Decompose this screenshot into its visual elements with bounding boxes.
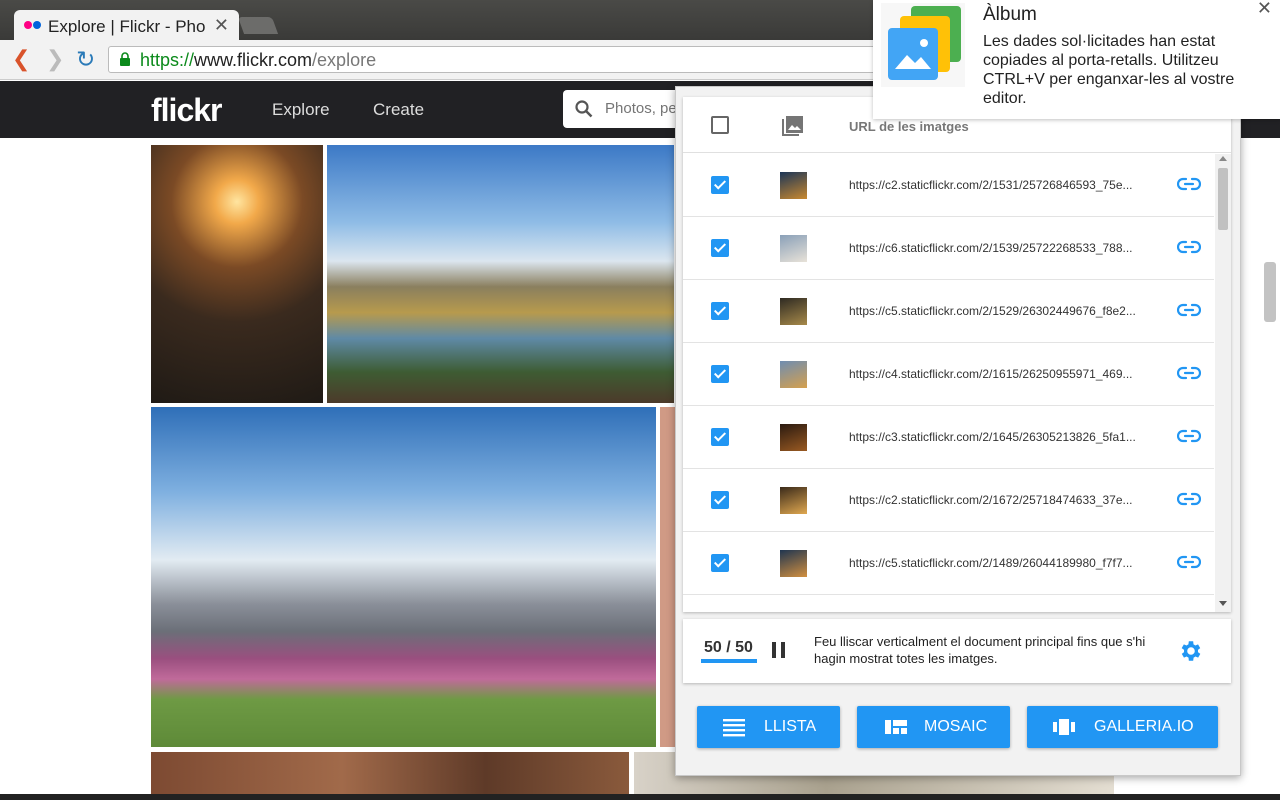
album-app-icon bbox=[881, 3, 965, 87]
list-scrollbar[interactable] bbox=[1215, 154, 1231, 612]
clipboard-notification: Àlbum Les dades sol·licitades han estat … bbox=[873, 0, 1280, 119]
url-path: /explore bbox=[312, 50, 377, 70]
list-button-label: LLISTA bbox=[764, 718, 817, 735]
link-icon[interactable] bbox=[1177, 301, 1201, 319]
mosaic-view-button[interactable]: MOSAIC bbox=[857, 706, 1010, 748]
flickr-favicon-icon bbox=[24, 21, 42, 30]
notification-body: Les dades sol·licitades han estat copiad… bbox=[983, 33, 1235, 107]
mosaic-button-label: MOSAIC bbox=[924, 718, 988, 735]
scroll-down-arrow[interactable] bbox=[1219, 601, 1227, 606]
url-host: www.flickr.com bbox=[194, 50, 313, 70]
reload-icon[interactable]: ↻ bbox=[76, 48, 95, 71]
link-icon[interactable] bbox=[1177, 175, 1201, 193]
gear-icon[interactable] bbox=[1178, 638, 1204, 664]
list-header-label: URL de les imatges bbox=[849, 119, 969, 134]
image-url: https://c4.staticflickr.com/2/1615/26250… bbox=[849, 367, 1133, 381]
status-card: 50 / 50 Feu lliscar verticalment el docu… bbox=[683, 619, 1231, 683]
url-scheme: https:// bbox=[140, 50, 195, 70]
list-icon bbox=[723, 719, 745, 737]
image-url: https://c6.staticflickr.com/2/1539/25722… bbox=[849, 241, 1133, 255]
image-thumbnail bbox=[780, 172, 807, 199]
header-edge bbox=[1240, 118, 1262, 138]
link-icon[interactable] bbox=[1177, 238, 1201, 256]
image-url: https://c3.staticflickr.com/2/1645/26305… bbox=[849, 430, 1136, 444]
progress-bar bbox=[701, 659, 757, 663]
row-checkbox[interactable] bbox=[711, 554, 729, 572]
image-url: https://c2.staticflickr.com/2/1531/25726… bbox=[849, 178, 1133, 192]
select-all-checkbox[interactable] bbox=[711, 116, 729, 134]
row-checkbox[interactable] bbox=[711, 491, 729, 509]
scroll-up-arrow[interactable] bbox=[1219, 156, 1227, 161]
url-row[interactable]: https://c2.staticflickr.com/2/1531/25726… bbox=[683, 154, 1214, 217]
url-row[interactable]: https://c6.staticflickr.com/2/1539/25722… bbox=[683, 217, 1214, 280]
image-thumbnail bbox=[780, 550, 807, 577]
url-row[interactable]: https://c3.staticflickr.com/2/1645/26305… bbox=[683, 406, 1214, 469]
row-checkbox[interactable] bbox=[711, 302, 729, 320]
url-row[interactable]: https://c5.staticflickr.com/2/1489/26044… bbox=[683, 532, 1214, 595]
progress-count: 50 / 50 bbox=[704, 639, 753, 656]
search-icon bbox=[575, 100, 593, 118]
notification-title: Àlbum bbox=[983, 4, 1037, 25]
photo-partial[interactable] bbox=[660, 407, 675, 747]
row-checkbox[interactable] bbox=[711, 365, 729, 383]
image-thumbnail bbox=[780, 424, 807, 451]
lock-icon bbox=[120, 52, 130, 66]
image-thumbnail bbox=[780, 487, 807, 514]
tab-title: Explore | Flickr - Pho bbox=[48, 17, 206, 36]
photo-wood[interactable] bbox=[151, 752, 629, 800]
list-scroll-thumb[interactable] bbox=[1218, 168, 1228, 230]
link-icon[interactable] bbox=[1177, 364, 1201, 382]
image-url-list: URL de les imatges https://c2.staticflic… bbox=[683, 97, 1231, 612]
pause-icon[interactable] bbox=[772, 642, 786, 658]
image-url: https://c5.staticflickr.com/2/1529/26302… bbox=[849, 304, 1136, 318]
close-icon[interactable]: ✕ bbox=[1257, 0, 1272, 19]
browser-tab[interactable]: Explore | Flickr - Pho ✕ bbox=[14, 10, 239, 41]
close-icon[interactable]: ✕ bbox=[214, 15, 229, 36]
photo-swans[interactable] bbox=[151, 145, 323, 403]
address-bar[interactable]: https://www.flickr.com/explore bbox=[108, 46, 888, 73]
back-icon[interactable]: ❮ bbox=[12, 48, 30, 70]
new-tab-button[interactable] bbox=[237, 17, 279, 34]
gallery-icon bbox=[1053, 719, 1075, 735]
link-icon[interactable] bbox=[1177, 427, 1201, 445]
image-url: https://c5.staticflickr.com/2/1489/26044… bbox=[849, 556, 1133, 570]
url-row[interactable]: https://c2.staticflickr.com/2/1672/25718… bbox=[683, 469, 1214, 532]
image-thumbnail bbox=[780, 361, 807, 388]
image-thumbnail bbox=[780, 235, 807, 262]
list-view-button[interactable]: LLISTA bbox=[697, 706, 840, 748]
link-icon[interactable] bbox=[1177, 553, 1201, 571]
image-icon bbox=[782, 116, 803, 136]
status-message: Feu lliscar verticalment el document pri… bbox=[814, 634, 1146, 666]
galleria-button[interactable]: GALLERIA.IO bbox=[1027, 706, 1218, 748]
mosaic-icon bbox=[885, 720, 907, 734]
row-checkbox[interactable] bbox=[711, 428, 729, 446]
image-url: https://c2.staticflickr.com/2/1672/25718… bbox=[849, 493, 1133, 507]
nav-create[interactable]: Create bbox=[373, 100, 424, 120]
link-icon[interactable] bbox=[1177, 490, 1201, 508]
forward-icon[interactable]: ❯ bbox=[46, 48, 64, 70]
url-row[interactable]: https://c4.staticflickr.com/2/1615/26250… bbox=[683, 343, 1214, 406]
bottom-edge bbox=[0, 794, 1280, 800]
url-text: https://www.flickr.com/explore bbox=[140, 50, 376, 71]
progress-fill bbox=[701, 659, 757, 663]
row-checkbox[interactable] bbox=[711, 239, 729, 257]
nav-explore[interactable]: Explore bbox=[272, 100, 330, 120]
flickr-logo[interactable]: flickr bbox=[151, 92, 222, 129]
page-scrollbar[interactable] bbox=[1264, 262, 1276, 322]
image-thumbnail bbox=[780, 298, 807, 325]
photo-lake[interactable] bbox=[327, 145, 674, 403]
url-row[interactable]: https://c5.staticflickr.com/2/1529/26302… bbox=[683, 280, 1214, 343]
row-checkbox[interactable] bbox=[711, 176, 729, 194]
photo-brisbane[interactable] bbox=[151, 407, 656, 747]
galleria-button-label: GALLERIA.IO bbox=[1094, 718, 1194, 735]
